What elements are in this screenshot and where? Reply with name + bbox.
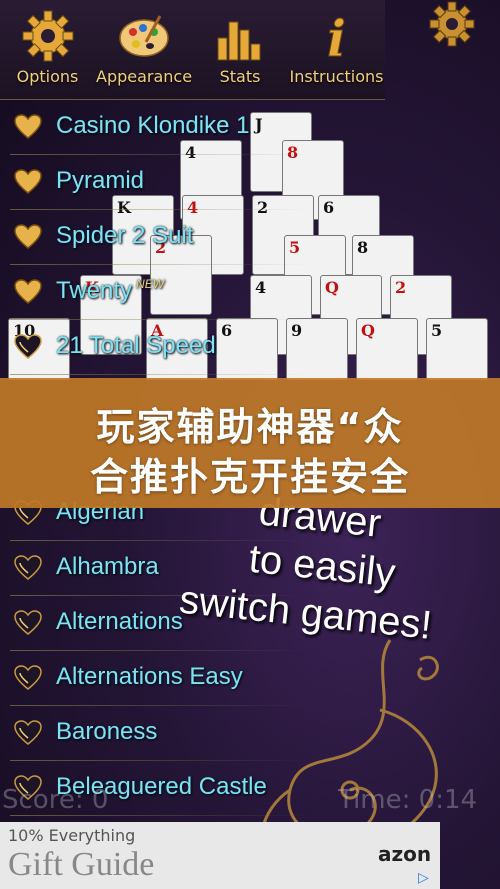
game-name-text: Baroness bbox=[56, 718, 158, 745]
game-list-item[interactable]: Baroness bbox=[0, 706, 385, 761]
heart-outline-icon[interactable] bbox=[14, 610, 42, 636]
ad-banner[interactable]: 10% Everything Gift Guide azon ▷ bbox=[0, 822, 440, 889]
game-name-text: Spider 2 Suit bbox=[56, 222, 194, 249]
game-name: Spider 2 Suit bbox=[56, 222, 193, 250]
favorite-heart-icon[interactable] bbox=[14, 114, 42, 140]
score-bar: Score: 0 Time: 0:14 bbox=[0, 785, 500, 825]
settings-gear-button[interactable] bbox=[425, 0, 485, 52]
card-rank: 2 bbox=[395, 278, 407, 297]
top-toolbar: Options Appearance Stats i Instructions bbox=[0, 0, 385, 100]
svg-text:i: i bbox=[327, 9, 346, 64]
palette-icon bbox=[118, 15, 169, 57]
ad-top-text: 10% Everything bbox=[8, 826, 136, 845]
game-name: Pyramid bbox=[56, 167, 144, 195]
game-name: Alternations bbox=[56, 608, 183, 636]
card-rank: 5 bbox=[431, 321, 443, 340]
game-name: Alternations Easy bbox=[56, 663, 243, 691]
game-name-text: Twenty bbox=[56, 277, 133, 304]
heart-outline-icon[interactable] bbox=[14, 334, 42, 360]
favorite-heart-icon[interactable] bbox=[14, 169, 42, 195]
overlay-banner: 玩家辅助神器“众 合推扑克开挂安全 bbox=[0, 378, 500, 508]
game-name: Twenty NEW bbox=[56, 277, 164, 305]
appearance-button[interactable]: Appearance bbox=[96, 0, 193, 100]
options-button[interactable]: Options bbox=[5, 0, 90, 100]
game-name-text: Alhambra bbox=[56, 553, 159, 580]
new-badge: NEW bbox=[136, 277, 165, 291]
favorite-heart-icon[interactable] bbox=[14, 224, 42, 250]
gear-icon bbox=[22, 10, 73, 62]
game-list-item[interactable]: Spider 2 Suit bbox=[0, 210, 385, 265]
instructions-button[interactable]: i Instructions bbox=[288, 0, 385, 100]
heart-outline-icon[interactable] bbox=[14, 665, 42, 691]
stats-button[interactable]: Stats bbox=[200, 0, 280, 100]
banner-line-1: 玩家辅助神器“众 bbox=[96, 405, 404, 449]
game-name: 21 Total Speed bbox=[56, 332, 216, 360]
options-label: Options bbox=[16, 67, 79, 86]
appearance-label: Appearance bbox=[96, 67, 193, 86]
game-name: Baroness bbox=[56, 718, 157, 746]
game-list-item[interactable]: Twenty NEW bbox=[0, 265, 385, 320]
ad-brand: azon bbox=[378, 842, 432, 866]
game-name-text: Alternations bbox=[56, 608, 183, 635]
game-list-item[interactable]: 21 Total Speed bbox=[0, 320, 385, 375]
promo-text: drawer to easily switch games! bbox=[174, 489, 498, 682]
playing-card: 5 bbox=[426, 318, 488, 380]
game-list-item[interactable]: Pyramid bbox=[0, 155, 385, 210]
list-divider bbox=[10, 374, 310, 375]
time-text: Time: 0:14 bbox=[338, 785, 478, 815]
game-name: Casino Klondike 1 bbox=[56, 112, 249, 140]
ad-title: Gift Guide bbox=[8, 846, 155, 883]
score-text: Score: 0 bbox=[2, 785, 109, 815]
info-icon: i bbox=[326, 9, 346, 65]
favorite-heart-icon[interactable] bbox=[14, 279, 42, 305]
game-name-text: Pyramid bbox=[56, 167, 145, 194]
ad-choices-icon[interactable]: ▷ bbox=[418, 870, 434, 886]
gear-icon bbox=[429, 1, 475, 47]
banner-line-2: 合推扑克开挂安全 bbox=[89, 455, 410, 499]
heart-outline-icon[interactable] bbox=[14, 720, 42, 746]
instructions-label: Instructions bbox=[289, 67, 384, 86]
game-list-item[interactable]: Casino Klondike 1 bbox=[0, 100, 385, 155]
heart-outline-icon[interactable] bbox=[14, 555, 42, 581]
game-name-text: Casino Klondike 1 bbox=[56, 112, 250, 139]
stats-label: Stats bbox=[219, 67, 261, 86]
game-name-text: Alternations Easy bbox=[56, 663, 243, 690]
game-name: Alhambra bbox=[56, 553, 159, 581]
game-name-text: 21 Total Speed bbox=[56, 332, 216, 359]
bar-chart-icon bbox=[217, 21, 261, 61]
